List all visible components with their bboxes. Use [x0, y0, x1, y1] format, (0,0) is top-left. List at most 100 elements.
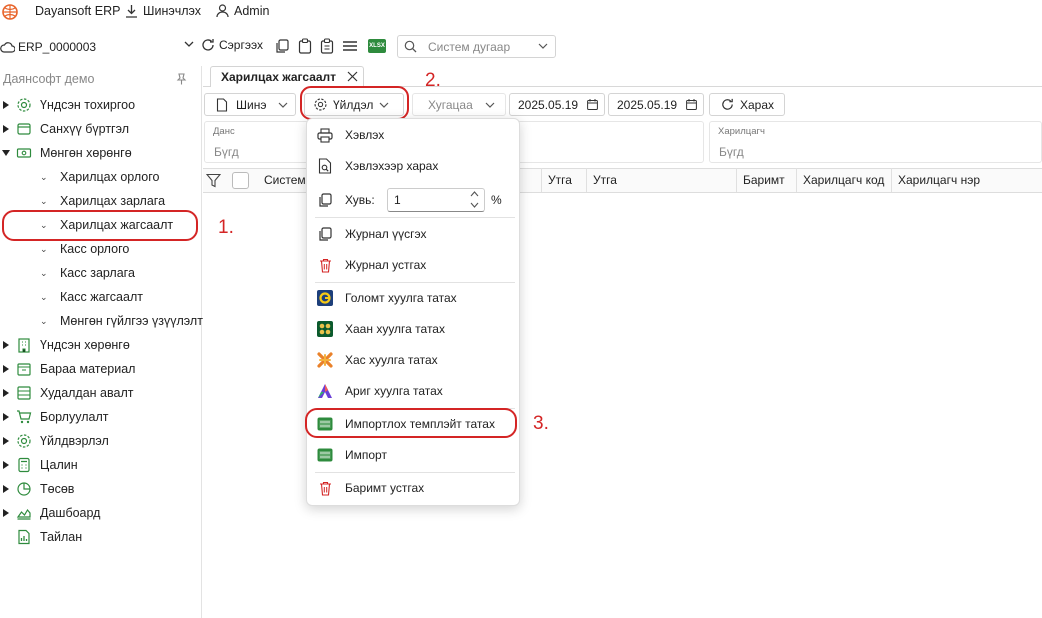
stepper-down-icon[interactable]: [470, 202, 479, 208]
gear-icon: [16, 97, 32, 113]
menu-item-print-preview[interactable]: Хэвлэхээр харах: [307, 152, 519, 180]
sidebar-item-cash-income[interactable]: ⌄ Касс орлого: [0, 237, 201, 261]
user-icon: [216, 4, 229, 18]
refresh-button[interactable]: Сэргээх: [200, 37, 263, 53]
partner-filter[interactable]: Харилцагч Бүгд: [709, 121, 1042, 163]
expand-arrow-icon: [3, 365, 9, 373]
menu-item-print[interactable]: Хэвлэх: [307, 121, 519, 149]
khaan-bank-icon: [317, 321, 333, 337]
user-name: Admin: [234, 4, 270, 18]
menu-item-label: Баримт устгах: [345, 481, 425, 495]
khas-bank-icon: [317, 352, 333, 368]
sidebar-item-salary[interactable]: Цалин: [0, 453, 201, 477]
sidebar-item-dashboard[interactable]: Дашбоард: [0, 501, 201, 525]
filter-icon[interactable]: [206, 173, 221, 188]
sidebar-item-report[interactable]: Тайлан: [0, 525, 201, 549]
period-placeholder: Хугацаа: [428, 97, 473, 112]
sidebar-item-general-settings[interactable]: Үндсэн тохиргоо: [0, 93, 201, 117]
stepper-up-icon[interactable]: [470, 191, 479, 197]
menu-item-label: Импорт: [345, 448, 387, 462]
sidebar-item-finance-register[interactable]: Санхүү бүртгэл: [0, 117, 201, 141]
account-filter-placeholder: Бүгд: [214, 145, 239, 159]
printer-icon: [317, 127, 333, 143]
menu-item-label: Ариг хуулга татах: [345, 384, 443, 398]
sidebar-item-budget[interactable]: Төсөв: [0, 477, 201, 501]
system-number-search[interactable]: Систем дугаар: [397, 35, 556, 58]
select-all-checkbox[interactable]: [232, 172, 249, 189]
menu-item-delete-document[interactable]: Баримт устгах: [307, 474, 519, 502]
clipboard-icon[interactable]: [296, 37, 314, 55]
sidebar-item-cash-expense[interactable]: ⌄ Касс зарлага: [0, 261, 201, 285]
sidebar-item-cash-list[interactable]: ⌄ Касс жагсаалт: [0, 285, 201, 309]
copy-icon: [317, 226, 333, 242]
chevron-down-icon: ⌄: [40, 291, 48, 302]
refresh-icon: [200, 37, 216, 53]
menu-item-golomt-statement[interactable]: Голомт хуулга татах: [307, 284, 519, 312]
column-header-document[interactable]: Баримт: [737, 168, 797, 192]
column-header-system[interactable]: Систем: [258, 168, 308, 192]
app-logo: [2, 4, 18, 20]
system-search-placeholder: Систем дугаар: [428, 39, 511, 54]
sidebar-item-label: Төсөв: [40, 482, 75, 496]
user-menu[interactable]: Admin: [216, 4, 269, 18]
menu-item-khaan-statement[interactable]: Хаан хуулга татах: [307, 315, 519, 343]
update-button[interactable]: Шинэчлэх: [125, 4, 201, 18]
scale-stepper[interactable]: 1: [387, 188, 485, 212]
calendar-icon[interactable]: [587, 99, 598, 110]
scale-label: Хувь:: [345, 193, 375, 207]
company-dropdown-chevron-icon[interactable]: [184, 40, 194, 48]
calendar-icon[interactable]: [686, 99, 697, 110]
sidebar-item-sales[interactable]: Борлуулалт: [0, 405, 201, 429]
column-header-partner-name[interactable]: Харилцагч нэр: [892, 168, 1042, 192]
menu-item-label: Хэвлэх: [345, 128, 385, 142]
menu-item-label: Хэвлэхээр харах: [345, 159, 439, 173]
partner-filter-label: Харилцагч: [718, 126, 765, 137]
menu-item-khas-statement[interactable]: Хас хуулга татах: [307, 346, 519, 374]
date-to-input[interactable]: 2025.05.19: [608, 93, 704, 116]
excel-export-icon[interactable]: XLSX: [367, 37, 387, 55]
actions-menu: Хэвлэх Хэвлэхээр харах Хувь: 1 % Журнал …: [306, 118, 520, 506]
sidebar-item-label: Мөнгөн гүйлгээ үзүүлэлт: [60, 314, 203, 328]
new-button[interactable]: Шинэ: [204, 93, 296, 116]
chevron-down-icon: ⌄: [40, 243, 48, 254]
column-header-value1[interactable]: Утга: [541, 168, 587, 192]
menu-item-import[interactable]: Импорт: [307, 441, 519, 469]
date-from-input[interactable]: 2025.05.19: [509, 93, 605, 116]
app-name[interactable]: Dayansoft ERP: [35, 4, 120, 18]
sidebar-item-purchase[interactable]: Худалдан авалт: [0, 381, 201, 405]
sidebar-item-label: Худалдан авалт: [40, 386, 134, 400]
menu-item-journal-create[interactable]: Журнал үүсгэх: [307, 220, 519, 248]
period-select[interactable]: Хугацаа: [412, 93, 506, 116]
sidebar-item-cashflow-indicator[interactable]: ⌄ Мөнгөн гүйлгээ үзүүлэлт: [0, 309, 203, 333]
expand-arrow-icon: [3, 341, 9, 349]
sidebar-item-production[interactable]: Үйлдвэрлэл: [0, 429, 201, 453]
sidebar-item-cash-assets[interactable]: Мөнгөн хөрөнгө: [0, 141, 201, 165]
xlsx-badge: XLSX: [368, 39, 386, 53]
pie-chart-icon: [16, 481, 32, 497]
menu-item-scale: Хувь: 1 %: [307, 185, 519, 215]
tab-bank-list[interactable]: Харилцах жагсаалт: [210, 66, 364, 87]
refresh-label: Сэргээх: [219, 38, 263, 52]
column-header-label: Утга: [548, 173, 572, 187]
sidebar-item-label: Үндсэн тохиргоо: [40, 98, 136, 112]
menu-lines-icon[interactable]: [341, 37, 359, 55]
company-selector[interactable]: ERP_0000003: [0, 38, 96, 56]
close-icon[interactable]: [347, 71, 358, 82]
sidebar-item-label: Борлуулалт: [40, 410, 109, 424]
menu-item-journal-delete[interactable]: Журнал устгах: [307, 251, 519, 279]
pin-icon[interactable]: [176, 73, 187, 85]
copy-icon[interactable]: [273, 37, 291, 55]
update-label: Шинэчлэх: [143, 4, 202, 18]
sidebar-item-bank-income[interactable]: ⌄ Харилцах орлого: [0, 165, 201, 189]
refresh-icon: [720, 97, 735, 112]
column-header-value2[interactable]: Утга: [587, 168, 737, 192]
menu-item-arig-statement[interactable]: Ариг хуулга татах: [307, 377, 519, 405]
paste-icon[interactable]: [318, 37, 336, 55]
sidebar-item-fixed-assets[interactable]: Үндсэн хөрөнгө: [0, 333, 201, 357]
sidebar-item-inventory[interactable]: Бараа материал: [0, 357, 201, 381]
date-from-value: 2025.05.19: [518, 97, 579, 112]
view-button[interactable]: Харах: [709, 93, 785, 116]
search-icon: [404, 40, 417, 53]
menu-separator: [315, 282, 515, 283]
column-header-partner-code[interactable]: Харилцагч код: [797, 168, 892, 192]
